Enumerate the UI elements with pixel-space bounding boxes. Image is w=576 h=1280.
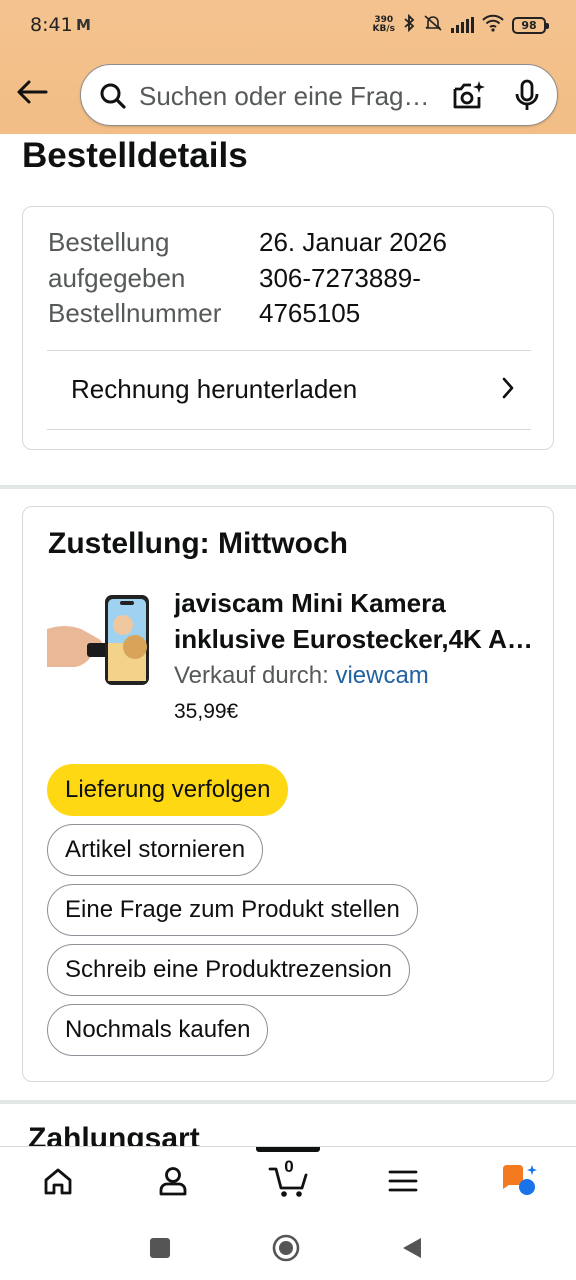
active-tab-indicator <box>256 1147 320 1152</box>
search-input[interactable]: Suchen oder eine Frage stellen <box>139 81 439 112</box>
buy-again-button[interactable]: Nochmals kaufen <box>47 1004 269 1056</box>
order-detail-values: 26. Januar 2026 306-7273889- 4765105 <box>259 225 447 332</box>
network-speed: 390 KB/s <box>372 15 395 34</box>
product-price: 35,99€ <box>174 700 239 723</box>
square-icon <box>150 1238 170 1258</box>
menu-icon <box>388 1170 418 1192</box>
product-image[interactable] <box>47 595 151 687</box>
rufus-assistant-icon <box>503 1165 537 1195</box>
delivery-title: Zustellung: Mittwoch <box>48 527 348 560</box>
triangle-back-icon <box>403 1238 421 1258</box>
bluetooth-icon <box>403 13 415 36</box>
status-time: 8:41 <box>30 14 73 36</box>
microphone-icon[interactable] <box>513 79 541 118</box>
arrow-left-icon <box>17 80 48 104</box>
back-system-button[interactable] <box>398 1234 426 1262</box>
order-details-card: Bestellung aufgegeben Bestellnummer 26. … <box>22 206 554 450</box>
bottom-navigation: 0 <box>0 1146 576 1214</box>
search-icon <box>99 82 127 115</box>
home-icon <box>44 1168 72 1195</box>
product-title[interactable]: javiscam Mini Kamera inklusive Eurosteck… <box>174 585 534 657</box>
page-title: Bestelldetails <box>22 136 248 175</box>
download-invoice-label: Rechnung herunterladen <box>71 374 358 404</box>
seller-link[interactable]: viewcam <box>335 662 428 689</box>
nav-home[interactable] <box>36 1159 80 1203</box>
chevron-right-icon <box>501 376 515 405</box>
wifi-icon <box>482 14 504 36</box>
home-system-button[interactable] <box>272 1234 300 1262</box>
order-number-cont: 4765105 <box>259 298 361 328</box>
system-navigation-bar <box>0 1214 576 1280</box>
search-bar[interactable]: Suchen oder eine Frage stellen <box>80 64 558 126</box>
camera-search-icon[interactable] <box>451 79 487 118</box>
section-divider <box>0 1100 576 1104</box>
nav-rufus-assistant[interactable] <box>497 1159 541 1203</box>
ask-product-question-button[interactable]: Eine Frage zum Produkt stellen <box>47 884 418 936</box>
circle-icon <box>272 1234 300 1262</box>
cancel-item-button[interactable]: Artikel stornieren <box>47 824 264 876</box>
nav-menu[interactable] <box>381 1159 425 1203</box>
mail-notification-icon: M <box>76 16 91 34</box>
recent-apps-button[interactable] <box>146 1234 174 1262</box>
cell-signal-icon <box>451 17 474 33</box>
divider <box>47 350 531 351</box>
status-bar: 8:41 M 390 KB/s 98 <box>0 0 576 52</box>
track-delivery-button[interactable]: Lieferung verfolgen <box>47 764 289 816</box>
back-button[interactable] <box>14 74 50 110</box>
section-divider <box>0 485 576 489</box>
order-number: 306-7273889- <box>259 262 421 293</box>
seller-info: Verkauf durch: viewcam <box>174 662 429 689</box>
header: 8:41 M 390 KB/s 98 Suchen oder eine Frag… <box>0 0 576 134</box>
cart-count-badge: 0 <box>284 1157 294 1176</box>
account-icon <box>159 1167 187 1196</box>
nav-account[interactable] <box>151 1159 195 1203</box>
download-invoice-row[interactable]: Rechnung herunterladen <box>47 352 531 430</box>
battery-icon: 98 <box>512 16 549 34</box>
nav-cart[interactable]: 0 <box>266 1157 312 1203</box>
order-detail-labels: Bestellung aufgegeben Bestellnummer <box>48 227 222 328</box>
divider <box>47 429 531 430</box>
order-date: 26. Januar 2026 <box>259 227 447 257</box>
delivery-card: Zustellung: Mittwoch javiscam Mini Kamer… <box>22 506 554 1082</box>
write-review-button[interactable]: Schreib eine Produktrezension <box>47 944 410 996</box>
silent-mode-icon <box>423 14 443 36</box>
status-indicators: 390 KB/s 98 <box>372 12 549 38</box>
